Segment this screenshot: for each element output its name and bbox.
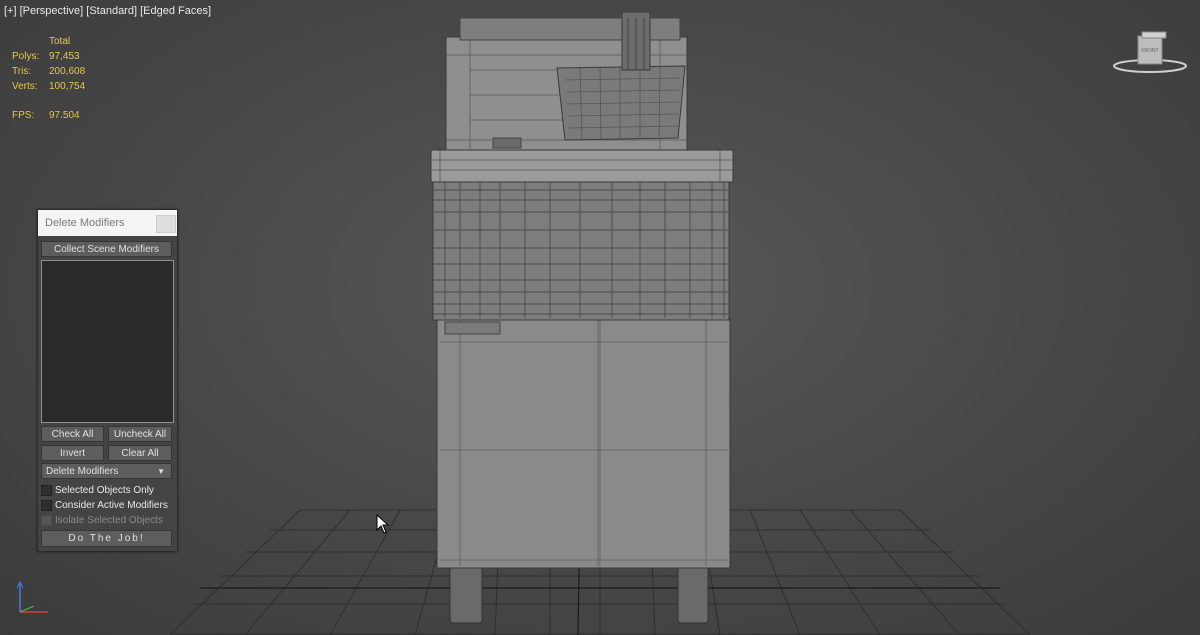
viewcube-icon[interactable]: FRONT [1112,30,1188,80]
cabinet-handle [444,321,501,335]
stats-label: FPS: [12,110,35,121]
stats-value: 97.504 [49,110,80,121]
uncheck-all-button[interactable]: Uncheck All [108,426,172,442]
modifier-list[interactable] [41,260,174,423]
fryer-upper-body [432,177,730,321]
do-the-job-button[interactable]: Do The Job! [41,530,172,547]
scene-statistics: Total Polys: 97,453 Tris: 200,608 Verts:… [12,34,85,123]
fryer-cabinet [436,317,731,569]
viewport-general-menu[interactable]: [+] [4,5,17,17]
fryer-rim [430,149,734,183]
option-selected-objects-only[interactable]: Selected Objects Only [41,484,154,497]
stats-row-polys: Polys: 97,453 [12,49,85,64]
checkbox-label: Selected Objects Only [55,485,154,496]
stats-row-tris: Tris: 200,608 [12,64,85,79]
check-all-button[interactable]: Check All [41,426,104,442]
stats-value: 200,608 [49,66,86,77]
option-isolate-selected-objects: Isolate Selected Objects [41,514,163,527]
mouse-cursor-icon [376,514,390,534]
stats-value: 100,754 [49,81,86,92]
checkbox-label: Consider Active Modifiers [55,500,168,511]
dropdown-arrow-icon: ▼ [157,467,165,476]
invert-button[interactable]: Invert [41,445,104,461]
stats-row-verts: Verts: 100,754 [12,79,85,94]
panel-title-bar[interactable]: Delete Modifiers [38,210,177,236]
stats-value: 97,453 [49,51,80,62]
viewport-label: [+] [Perspective] [Standard] [Edged Face… [4,5,211,17]
collect-scene-modifiers-button[interactable]: Collect Scene Modifiers [41,241,172,257]
viewcube-face-label: FRONT [1141,48,1158,54]
checkbox[interactable] [41,500,52,511]
mode-dropdown[interactable]: Delete Modifiers ▼ [41,463,172,479]
mode-dropdown-value: Delete Modifiers [46,466,119,477]
checkbox[interactable] [41,485,52,496]
checkbox-label: Isolate Selected Objects [55,515,163,526]
stats-label: Tris: [12,66,32,77]
control-knob [492,137,522,149]
viewport-scene[interactable] [0,0,1200,635]
viewport-display-menu[interactable]: [Edged Faces] [140,5,211,17]
panel-title: Delete Modifiers [45,217,125,229]
stats-label: Verts: [12,81,38,92]
viewport-pov-menu[interactable]: [Perspective] [20,5,84,17]
stats-row-fps: FPS: 97.504 [12,108,85,123]
viewport-shading-menu[interactable]: [Standard] [86,5,137,17]
checkbox [41,515,52,526]
close-icon[interactable] [156,215,176,233]
axis-gizmo-icon [16,580,48,613]
option-consider-active-modifiers[interactable]: Consider Active Modifiers [41,499,168,512]
stats-header: Total [49,36,71,47]
stats-label: Polys: [12,51,40,62]
delete-modifiers-panel: Delete Modifiers Collect Scene Modifiers… [37,209,178,552]
clear-all-button[interactable]: Clear All [108,445,172,461]
